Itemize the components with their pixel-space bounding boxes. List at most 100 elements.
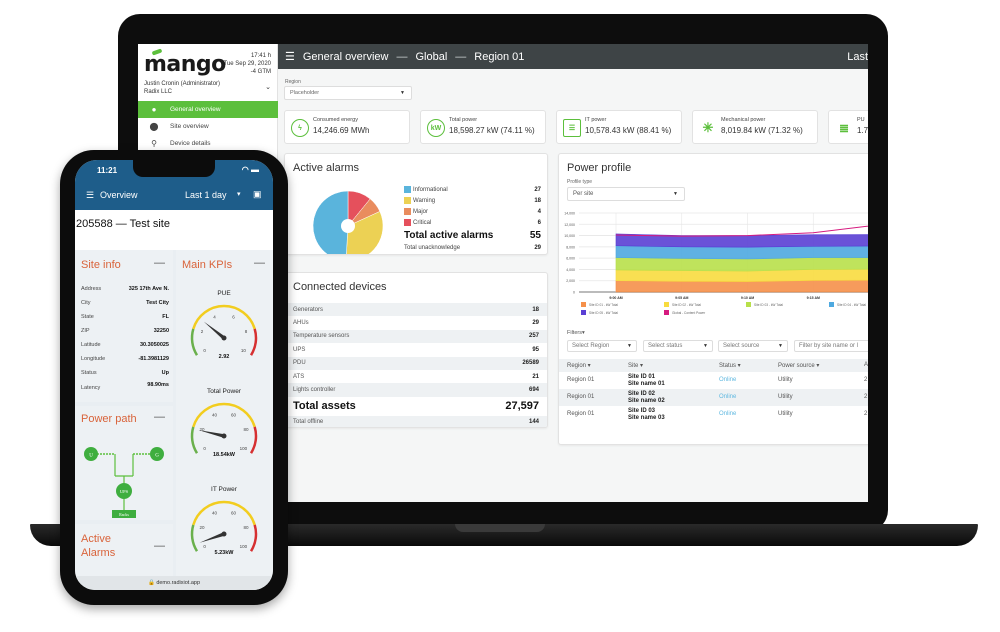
alarm-label: Informational — [413, 186, 448, 193]
chevron-down-icon[interactable]: ⌄ — [265, 83, 271, 91]
kpi-value: 14,246.69 MWh — [313, 126, 370, 135]
user-info[interactable]: Justin Cronin (Administrator) Radix LLC — [144, 80, 220, 96]
gauge-pivot — [221, 433, 227, 439]
device-count: 18 — [532, 306, 539, 313]
alarm-row-warning: Warning 18 — [404, 195, 541, 206]
info-value: 30.3050025 — [139, 342, 169, 348]
info-value: -81.3981129 — [138, 356, 169, 362]
alarms-pie-chart — [312, 190, 384, 254]
user-org: Radix LLC — [144, 89, 173, 95]
unack-value: 29 — [534, 244, 541, 251]
alarm-label: Critical — [413, 219, 432, 226]
browser-url-bar[interactable]: 🔒 demo.radixiot.app — [75, 576, 273, 590]
gauge-label: PUE — [217, 290, 231, 297]
collapse-icon[interactable]: — — [154, 540, 165, 552]
site-name: Site name 01 — [628, 380, 665, 387]
sidebar-item-site-overview[interactable]: ⬤ Site overview — [138, 118, 278, 135]
breadcrumb-item[interactable]: General overview — [303, 51, 389, 63]
mobile-app: 11:21 ◠ ▬ ☰ Overview Last 1 day ▾ ▣ 2055… — [75, 160, 273, 590]
device-count: 21 — [532, 373, 539, 380]
pue-gauge: 0 2 4 6 8 10 2.92 — [190, 304, 258, 360]
kpi-card-total-power: kW Total power 18,598.27 kW (74.11 %) — [420, 110, 546, 144]
device-count: 257 — [528, 333, 539, 340]
info-value: FL — [162, 314, 169, 320]
breadcrumb-item[interactable]: Global — [415, 51, 447, 63]
gauge-band — [192, 304, 256, 330]
gauge-label: IT Power — [211, 486, 237, 493]
kpi-value: 1.7 — [857, 126, 868, 135]
y-tick-label: 4,000 — [566, 268, 575, 272]
column-header-region[interactable]: Region ▾ — [567, 362, 591, 369]
kpi-label: PU — [857, 117, 865, 123]
calendar-icon[interactable]: ▣ — [253, 189, 262, 200]
filter-status-select[interactable]: Select status ▼ — [643, 340, 713, 352]
cell-region: Region 01 — [567, 394, 595, 400]
cell-extra: 2 — [864, 377, 868, 383]
table-row[interactable]: Region 01 Site ID 01 Site name 01 Online … — [559, 372, 868, 389]
filter-site-name-input[interactable]: Filter by site name or l — [794, 340, 868, 352]
device-row: Temperature sensors 257 — [285, 329, 547, 344]
gauge-value: 5.23kW — [215, 550, 235, 556]
pie-center-hole — [341, 219, 355, 233]
y-tick-label: 14,000 — [564, 212, 575, 216]
gauge-tick-label: 40 — [212, 511, 218, 516]
gauge-tick-label: 40 — [212, 413, 218, 418]
profile-type-value: Per site — [573, 191, 594, 197]
column-header-status[interactable]: Status ▾ — [719, 362, 741, 369]
table-row[interactable]: Region 01 Site ID 03 Site name 03 Online … — [559, 406, 868, 423]
collapse-icon[interactable]: — — [154, 411, 165, 423]
info-key: City — [81, 300, 91, 306]
sidebar-item-label: General overview — [170, 106, 221, 113]
total-value: 55 — [529, 230, 541, 241]
time-range-selector[interactable]: Last 1 day — [185, 190, 227, 200]
cell-site: Site ID 02 Site name 02 — [628, 391, 665, 404]
time-range-selector[interactable]: Last — [847, 51, 868, 63]
legend-swatch — [664, 310, 669, 315]
gauge-band — [192, 500, 256, 526]
mango-logo: mango — [144, 52, 226, 77]
collapse-icon[interactable]: — — [154, 257, 165, 269]
device-label: AHUs — [293, 320, 309, 327]
legend-swatch — [404, 208, 411, 215]
breadcrumb-separator: — — [396, 50, 408, 63]
energy-bolt-icon: ϟ — [291, 119, 309, 137]
breadcrumb-item[interactable]: Region 01 — [474, 51, 524, 63]
region-select[interactable]: Placeholder ▼ — [284, 86, 412, 100]
filters-toggle[interactable]: Filters▾ — [567, 330, 585, 336]
legend-label: Site ID 01 - kW Total — [589, 303, 618, 307]
region-label: Region — [285, 79, 301, 85]
device-label: ATS — [293, 373, 305, 380]
alarm-row-critical: Critical 6 — [404, 217, 541, 228]
legend-label: Site ID 04 - kW Total — [837, 303, 866, 307]
site-heading: 205588 — Test site — [75, 210, 273, 250]
hamburger-menu-icon[interactable]: ☰ — [285, 50, 295, 63]
sidebar-item-general-overview[interactable]: ● General overview — [138, 101, 278, 118]
info-value: Up — [161, 370, 169, 376]
sidebar-item-label: Site overview — [170, 123, 209, 130]
area-series — [615, 279, 868, 293]
legend-swatch — [829, 302, 834, 307]
column-header-site[interactable]: Site ▾ — [628, 362, 643, 369]
laptop-hinge-notch — [455, 524, 545, 532]
info-value: 98.90ms — [147, 382, 169, 388]
card-title: Power profile — [567, 162, 632, 174]
column-header-extra[interactable]: A — [864, 362, 868, 368]
filter-source-select[interactable]: Select source ▼ — [718, 340, 788, 352]
kpi-label: IT power — [585, 117, 607, 123]
kpi-label: Total power — [449, 117, 478, 123]
collapse-icon[interactable]: — — [254, 257, 265, 269]
column-header-power-source[interactable]: Power source ▾ — [778, 362, 819, 369]
filter-region-select[interactable]: Select Region ▼ — [567, 340, 637, 352]
device-row: Lights controller 694 — [285, 383, 547, 397]
sidebar-item-label: Device details — [170, 140, 211, 147]
legend-swatch — [581, 302, 586, 307]
topbar: ☰ General overview — Global — Region 01 … — [278, 44, 868, 69]
device-label: PDU — [293, 360, 306, 367]
caret-down-icon[interactable]: ▾ — [237, 190, 241, 198]
alarm-count: 6 — [537, 219, 541, 226]
hamburger-menu-icon[interactable]: ☰ — [86, 190, 94, 201]
device-label: Generators — [293, 306, 324, 313]
table-row[interactable]: Region 01 Site ID 02 Site name 02 Online … — [559, 389, 868, 406]
profile-type-select[interactable]: Per site ▼ — [567, 187, 685, 201]
alarms-legend: Informational 27 Warning 18 Major 4 Crit… — [404, 184, 541, 252]
